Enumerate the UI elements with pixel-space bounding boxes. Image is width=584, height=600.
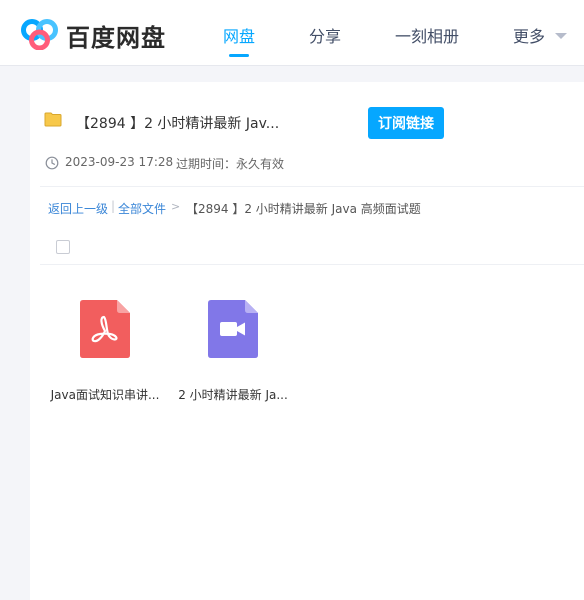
- breadcrumb-current: 【2894 】2 小时精讲最新 Java 高频面试题: [186, 202, 421, 216]
- nav-album[interactable]: 一刻相册: [395, 23, 459, 47]
- nav-active-indicator: [229, 54, 249, 57]
- file-item-video[interactable]: 2 小时精讲最新 Ja...: [168, 300, 298, 410]
- share-date: 2023-09-23 17:28: [65, 155, 174, 169]
- file-item-pdf[interactable]: Java面试知识串讲...: [40, 300, 170, 410]
- share-title: 【2894 】2 小时精讲最新 Jav...: [76, 116, 280, 132]
- breadcrumb-separator: |: [111, 199, 116, 213]
- breadcrumb-all-files-link[interactable]: 全部文件: [118, 200, 166, 217]
- divider: [40, 264, 584, 265]
- file-name[interactable]: 2 小时精讲最新 Ja...: [168, 386, 298, 403]
- nav-netdisk[interactable]: 网盘: [223, 23, 255, 47]
- expire-time: 过期时间：永久有效: [176, 157, 285, 171]
- select-all-checkbox[interactable]: [56, 240, 70, 254]
- subscribe-link-button[interactable]: 订阅链接: [368, 107, 444, 139]
- chevron-down-icon[interactable]: [555, 33, 567, 39]
- baidu-netdisk-logo-icon[interactable]: [20, 18, 60, 50]
- clock-icon: [45, 156, 59, 170]
- folder-icon: [44, 112, 62, 127]
- video-icon: [208, 300, 258, 358]
- pdf-icon: [80, 300, 130, 358]
- breadcrumb-back-link[interactable]: 返回上一级: [48, 200, 108, 217]
- brand-name[interactable]: 百度网盘: [66, 18, 166, 53]
- divider: [40, 186, 584, 187]
- top-header: 百度网盘 网盘 分享 一刻相册 更多: [0, 0, 584, 66]
- breadcrumb-arrow: >: [171, 200, 181, 213]
- nav-share[interactable]: 分享: [309, 23, 341, 47]
- file-name[interactable]: Java面试知识串讲...: [40, 386, 170, 403]
- nav-more[interactable]: 更多: [513, 23, 545, 47]
